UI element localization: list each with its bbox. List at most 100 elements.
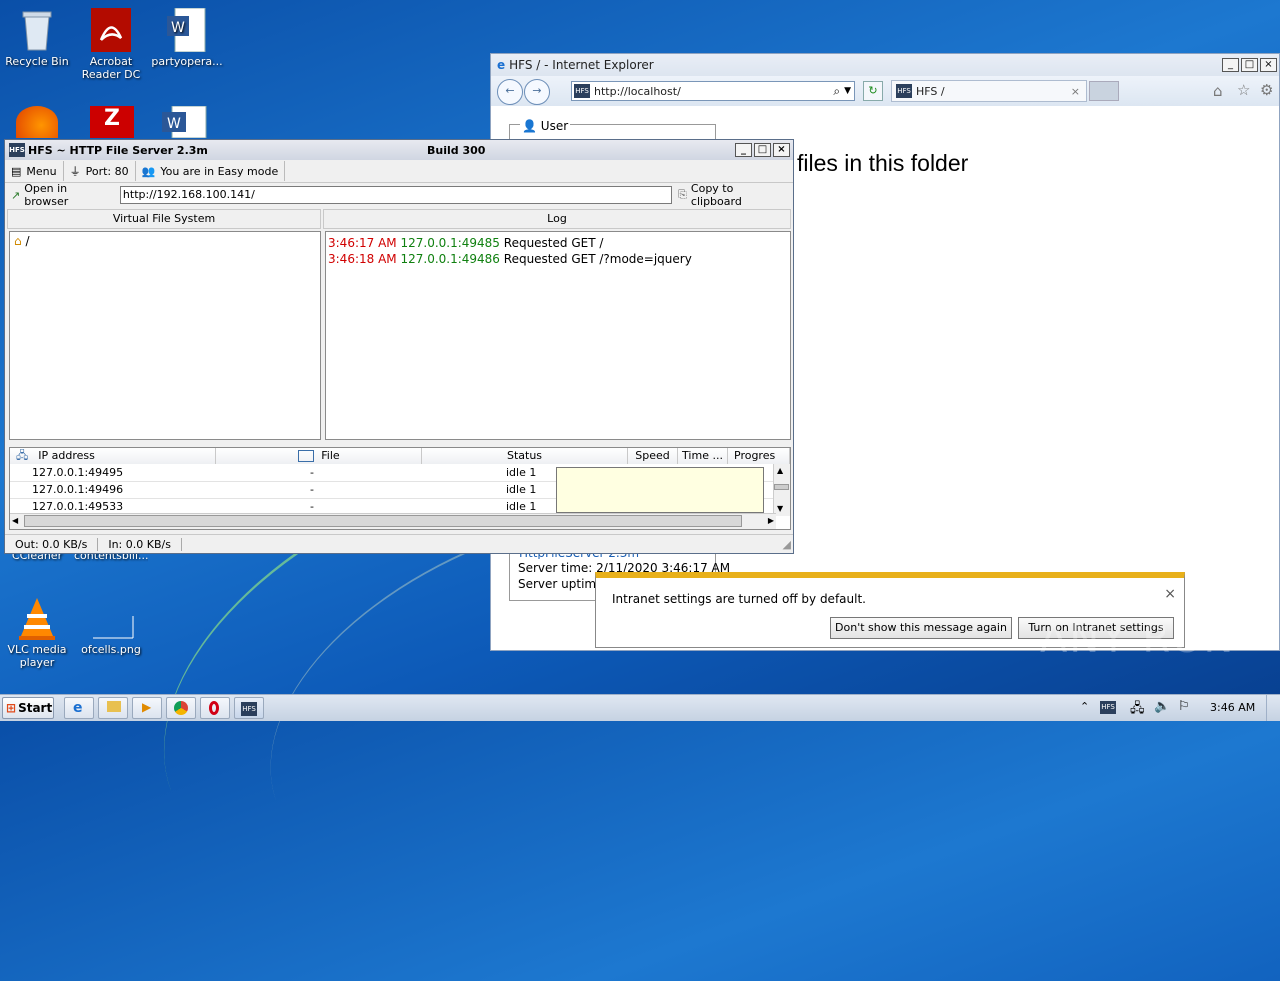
word-doc-icon-2[interactable]: W (162, 105, 208, 139)
connections-hscroll[interactable]: ◀ ▶ (10, 513, 776, 529)
vfs-root-item[interactable]: ⌂ / (14, 234, 30, 248)
refresh-icon[interactable]: ↻ (863, 81, 883, 101)
desktop-icon-vlc[interactable]: VLC media player (0, 596, 74, 669)
tab-close-icon[interactable]: × (1071, 85, 1080, 98)
menu-button[interactable]: ▤ Menu (5, 161, 64, 181)
svg-text:W: W (167, 116, 181, 132)
address-bar[interactable]: HFS http://localhost/ ⌕ ▼ (571, 81, 855, 101)
scroll-thumb[interactable] (774, 484, 789, 490)
col-ip-address[interactable]: 🖧 IP address (10, 448, 216, 464)
new-tab-button[interactable] (1089, 81, 1119, 101)
plug-icon: ⏚ (69, 165, 81, 178)
desktop-icon-partyopera[interactable]: W partyopera... (150, 7, 224, 68)
address-dropdown-icon[interactable]: ▼ (844, 86, 851, 96)
hfs-statusbar: Out: 0.0 KB/s In: 0.0 KB/s ◢ (5, 534, 793, 554)
home-folder-icon: ⌂ (14, 234, 22, 248)
log-line: 3:46:17 AM 127.0.0.1:49485 Requested GET… (328, 236, 604, 250)
col-progress[interactable]: Progres (728, 448, 790, 464)
tab-hfs[interactable]: HFS HFS / × (891, 80, 1087, 102)
connections-list[interactable]: 🖧 IP address File Status Speed Time ... P… (9, 447, 791, 530)
settings-gear-icon[interactable]: ⚙ (1260, 81, 1273, 99)
close-button[interactable]: × (1260, 58, 1277, 72)
ie-window-title: HFS / - Internet Explorer (509, 58, 654, 72)
tray-hfs-icon[interactable]: HFS (1100, 701, 1116, 714)
vlc-icon (17, 596, 57, 640)
resize-grip-icon[interactable]: ◢ (783, 538, 791, 551)
filezilla-icon[interactable]: Z (90, 106, 134, 138)
desktop-icon-acrobat[interactable]: Acrobat Reader DC (74, 8, 148, 81)
taskbar-ie-button[interactable]: e (64, 697, 94, 719)
ie-titlebar: e HFS / - Internet Explorer _ □ × (491, 54, 1279, 76)
user-icon: 👤 (522, 119, 537, 133)
notification-close-icon[interactable]: × (1164, 586, 1176, 602)
address-text: http://localhost/ (594, 84, 681, 98)
page-heading: files in this folder (797, 150, 969, 176)
taskbar-hfs-button[interactable]: HFS (234, 697, 264, 719)
out-speed: Out: 0.0 KB/s (5, 538, 99, 551)
clock[interactable]: 3:46 AM (1210, 701, 1255, 714)
browser-arrow-icon: ↗ (11, 188, 21, 202)
hfs-tab-favicon-icon: HFS (896, 84, 912, 98)
scroll-up-icon[interactable]: ▲ (777, 466, 783, 475)
back-icon[interactable]: ← (497, 79, 523, 105)
port-button[interactable]: ⏚ Port: 80 (64, 161, 136, 181)
anyrun-watermark: ANY RUN (1040, 616, 1236, 662)
tray-flag-icon[interactable]: ⚐ (1178, 699, 1190, 714)
image-file-icon (91, 596, 134, 640)
open-in-browser-button[interactable]: ↗ Open in browser (5, 182, 120, 208)
menu-icon: ▤ (11, 164, 22, 178)
start-button[interactable]: ⊞ Start (2, 697, 54, 719)
maximize-button[interactable]: □ (1241, 58, 1258, 72)
search-icon[interactable]: ⌕ (833, 84, 840, 99)
taskbar-chrome-button[interactable] (166, 697, 196, 719)
hfs-titlebar: HFS HFS ~ HTTP File Server 2.3m Build 30… (5, 140, 793, 160)
firefox-icon[interactable] (16, 106, 58, 138)
tooltip (556, 467, 764, 513)
desktop-icon-recycle-bin[interactable]: Recycle Bin (0, 8, 74, 68)
vfs-header: Virtual File System (7, 209, 321, 229)
hfs-favicon-icon: HFS (574, 84, 590, 98)
vfs-panel[interactable]: ⌂ / (9, 231, 321, 440)
hfs-close-button[interactable]: × (773, 143, 790, 157)
taskbar-media-button[interactable]: ▶ (132, 697, 162, 719)
minimize-button[interactable]: _ (1222, 58, 1239, 72)
connections-vscroll[interactable]: ▲ ▼ (773, 464, 790, 516)
ie-icon: e (73, 700, 83, 716)
home-icon[interactable]: ⌂ (1213, 82, 1223, 100)
scroll-left-icon[interactable]: ◀ (12, 516, 18, 525)
hfs-url-bar: ↗ Open in browser http://192.168.100.141… (5, 182, 793, 208)
chrome-icon (174, 701, 188, 715)
col-time[interactable]: Time ... (678, 448, 728, 464)
col-status[interactable]: Status (422, 448, 628, 464)
show-desktop-button[interactable] (1266, 695, 1280, 721)
col-file[interactable]: File (216, 448, 422, 464)
folder-icon (107, 701, 121, 712)
taskbar-explorer-button[interactable] (98, 697, 128, 719)
tray-volume-icon[interactable]: 🔈 (1154, 699, 1170, 714)
windows-logo-icon: ⊞ (6, 701, 17, 715)
log-panel[interactable]: 3:46:17 AM 127.0.0.1:49485 Requested GET… (325, 231, 791, 440)
hfs-logo-icon: HFS (9, 143, 25, 157)
mode-button[interactable]: 👥 You are in Easy mode (136, 161, 286, 181)
log-header: Log (323, 209, 791, 229)
hfs-build: Build 300 (427, 143, 486, 157)
scroll-right-icon[interactable]: ▶ (768, 516, 774, 525)
hscroll-thumb[interactable] (24, 515, 742, 527)
forward-icon[interactable]: → (524, 79, 550, 105)
url-field[interactable]: http://192.168.100.141/ (119, 186, 673, 204)
desktop-icon-ofcells[interactable]: ofcells.png (74, 596, 148, 656)
recycle-bin-icon (17, 8, 57, 52)
acrobat-icon (91, 8, 131, 52)
taskbar-opera-button[interactable] (200, 697, 230, 719)
ie-navbar: ← → HFS http://localhost/ ⌕ ▼ ↻ HFS HFS … (491, 76, 1279, 106)
scroll-down-icon[interactable]: ▼ (777, 504, 783, 513)
tab-label: HFS / (916, 84, 945, 98)
copy-clipboard-button[interactable]: ⎘ Copy to clipboard (672, 182, 793, 208)
col-speed[interactable]: Speed (628, 448, 678, 464)
favorites-star-icon[interactable]: ☆ (1237, 81, 1250, 99)
hfs-minimize-button[interactable]: _ (735, 143, 752, 157)
hfs-maximize-button[interactable]: □ (754, 143, 771, 157)
dont-show-again-button[interactable]: Don't show this message again (830, 617, 1012, 639)
tray-network-icon[interactable]: 🖧 (1130, 699, 1145, 721)
tray-expand-icon[interactable]: ⌃ (1080, 700, 1089, 713)
